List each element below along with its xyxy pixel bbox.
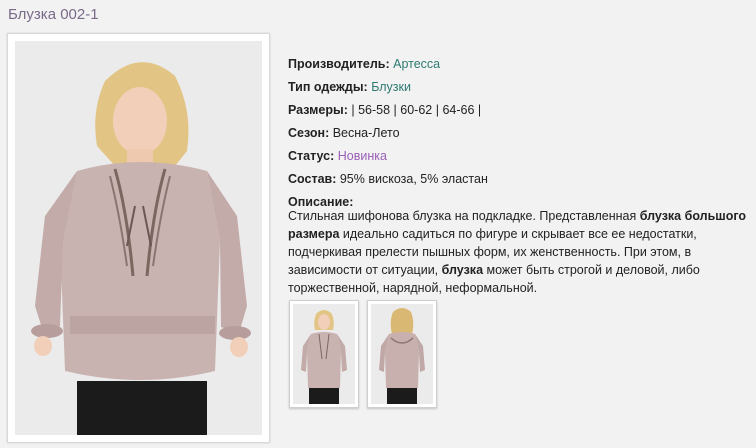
size-option[interactable]: 60-62 [400,103,432,117]
composition-label: Состав: [288,172,337,186]
thumbnail-front[interactable] [289,300,359,408]
status-link[interactable]: Новинка [338,149,387,163]
sizes-divider: | [474,103,482,117]
sizes-divider: | [347,103,359,117]
size-option[interactable]: 56-58 [358,103,390,117]
manufacturer-label: Производитель: [288,57,390,71]
product-title: Блузка 002-1 [8,6,99,23]
product-description: Стильная шифонова блузка на подкладке. П… [288,207,750,297]
composition-value: 95% вискоза, 5% эластан [339,172,488,186]
thumbnail-image [293,304,355,404]
sizes-label: Размеры: [288,103,348,117]
main-product-photo[interactable] [7,33,270,443]
spec-sizes: Размеры: | 56-58 | 60-62 | 64-66 | [288,99,750,122]
type-link[interactable]: Блузки [371,80,411,94]
spec-status: Статус: Новинка [288,145,750,168]
spec-type: Тип одежды: Блузки [288,76,750,99]
season-label: Сезон: [288,126,330,140]
spec-composition: Состав: 95% вискоза, 5% эластан [288,168,750,191]
status-label: Статус: [288,149,335,163]
spec-season: Сезон: Весна-Лето [288,122,750,145]
manufacturer-link[interactable]: Артесса [393,57,440,71]
spec-manufacturer: Производитель: Артесса [288,53,750,76]
size-option[interactable]: 64-66 [442,103,474,117]
type-label: Тип одежды: [288,80,368,94]
description-text: Стильная шифонова блузка на подкладке. П… [288,209,640,223]
description-keyword: блузка [441,263,484,277]
sizes-divider: | [390,103,401,117]
season-value: Весна-Лето [332,126,400,140]
thumbnail-image [371,304,433,404]
thumbnail-back[interactable] [367,300,437,408]
product-image [15,41,262,435]
sizes-divider: | [432,103,443,117]
product-specs: Производитель: Артесса Тип одежды: Блузк… [288,53,750,214]
